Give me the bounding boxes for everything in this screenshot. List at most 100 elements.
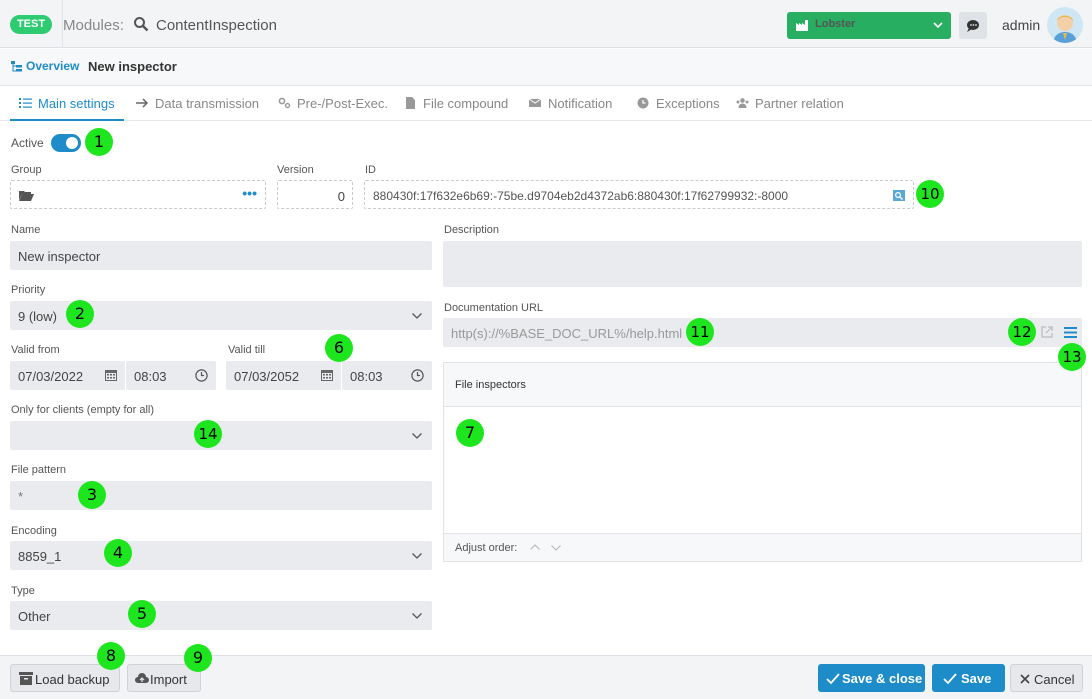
annotation-marker: 11 [686,318,714,346]
annotation-marker: 7 [456,419,484,447]
valid-from-label: Valid from [11,344,60,356]
save-close-button[interactable]: Save & close [818,664,925,692]
file-pattern-label: File pattern [11,464,67,476]
cloud-upload-icon [135,673,149,683]
external-link-icon[interactable] [1041,326,1053,338]
active-tab-indicator [10,119,124,121]
tree-icon [11,61,22,72]
time-value: 08:03 [134,369,167,384]
id-value: 880430f:17f632e6b69:-75be.d9704eb2d4372a… [373,189,789,203]
tab-label: Data transmission [155,96,260,111]
save-label: Save [961,671,992,686]
doc-url-input[interactable]: http(s)://%BASE_DOC_URL%/help.html [443,318,1082,347]
type-label: Type [11,585,35,597]
tab-label: Main settings [38,96,115,111]
group-field[interactable]: ••• [10,180,266,209]
page-title: New inspector [88,59,177,74]
folder-open-icon [19,191,34,201]
chat-icon [967,20,979,32]
check-icon [826,673,840,685]
tab-partner-relation[interactable]: Partner relation [736,96,844,111]
breadcrumb-overview[interactable]: Overview [11,59,79,73]
adjust-order-label: Adjust order: [455,542,518,554]
tab-label: File compound [423,96,509,111]
search-icon[interactable] [893,190,905,201]
encoding-value: 8859_1 [18,549,62,564]
name-input[interactable]: New inspector [10,241,432,270]
load-backup-label: Load backup [35,672,110,687]
factory-icon [796,20,808,31]
annotation-marker: 12 [1008,318,1036,346]
file-pattern-value: * [18,489,24,504]
annotation-marker: 9 [184,644,212,672]
description-input[interactable] [443,241,1082,287]
tab-bar: Main settings Data transmission Pre-/Pos… [0,87,1092,121]
chevron-down-icon[interactable] [551,545,561,551]
version-field: 0 [277,180,353,209]
gears-icon [278,97,291,109]
search-icon [134,17,149,32]
valid-till-label: Valid till [228,344,266,356]
chevron-down-icon [412,553,422,559]
annotation-marker: 13 [1058,343,1086,371]
list-icon [19,98,32,108]
valid-from-date[interactable]: 07/03/2022 [10,361,125,390]
tab-label: Pre-/Post-Exec. [297,96,389,111]
valid-from-time[interactable]: 08:03 [126,361,216,390]
type-select[interactable]: Other [10,601,432,630]
version-label: Version [277,164,314,176]
active-toggle[interactable] [51,134,81,152]
tab-pre-post-exec[interactable]: Pre-/Post-Exec. [278,96,388,111]
close-icon [1020,674,1030,684]
annotation-marker: 8 [97,642,125,670]
annotation-marker: 4 [104,539,132,567]
arrow-right-icon [136,98,149,108]
check-icon [943,673,957,685]
calendar-icon[interactable] [105,369,117,381]
name-value: New inspector [18,249,101,264]
client-selector[interactable]: Lobster [787,12,951,39]
top-bar: TEST Modules: ContentInspection Lobster … [0,0,1092,48]
tab-main-settings[interactable]: Main settings [19,96,115,111]
module-name: ContentInspection [156,17,277,34]
date-value: 07/03/2052 [234,369,300,384]
clock-icon[interactable] [195,369,208,382]
time-value: 08:03 [350,369,383,384]
chevron-down-icon [412,613,422,619]
breadcrumb-overview-label: Overview [26,59,80,73]
date-value: 07/03/2022 [18,369,84,384]
version-value: 0 [337,189,345,204]
annotation-marker: 10 [916,180,944,208]
tab-data-transmission[interactable]: Data transmission [136,96,259,111]
tab-exceptions[interactable]: Exceptions [637,96,720,111]
annotation-marker: 6 [325,334,353,362]
avatar[interactable] [1047,7,1083,43]
valid-till-date[interactable]: 07/03/2052 [226,361,341,390]
file-pattern-input[interactable]: * [10,481,432,510]
annotation-marker: 2 [66,300,94,328]
valid-till-time[interactable]: 08:03 [342,361,432,390]
clock-icon[interactable] [411,369,424,382]
panel-header: File inspectors [444,363,1081,407]
active-label: Active [11,136,44,150]
annotation-marker: 3 [78,481,106,509]
modules-label: Modules: [63,17,124,34]
group-label: Group [11,164,42,176]
tab-file-compound[interactable]: File compound [404,96,508,111]
user-name[interactable]: admin [1002,17,1040,33]
calendar-icon[interactable] [321,369,333,381]
more-icon[interactable]: ••• [242,185,257,201]
encoding-label: Encoding [11,525,57,537]
tab-label: Partner relation [755,96,844,111]
doc-url-placeholder: http(s)://%BASE_DOC_URL%/help.html [451,326,683,341]
save-button[interactable]: Save [932,664,1005,692]
chevron-up-icon[interactable] [530,544,540,550]
cancel-button[interactable]: Cancel [1010,664,1083,692]
encoding-select[interactable]: 8859_1 [10,541,432,570]
chevron-down-icon [412,433,422,439]
envelope-icon [529,98,542,107]
menu-icon[interactable] [1064,327,1077,338]
chat-button[interactable] [959,12,987,39]
tab-notification[interactable]: Notification [529,96,612,111]
save-close-label: Save & close [842,671,923,686]
